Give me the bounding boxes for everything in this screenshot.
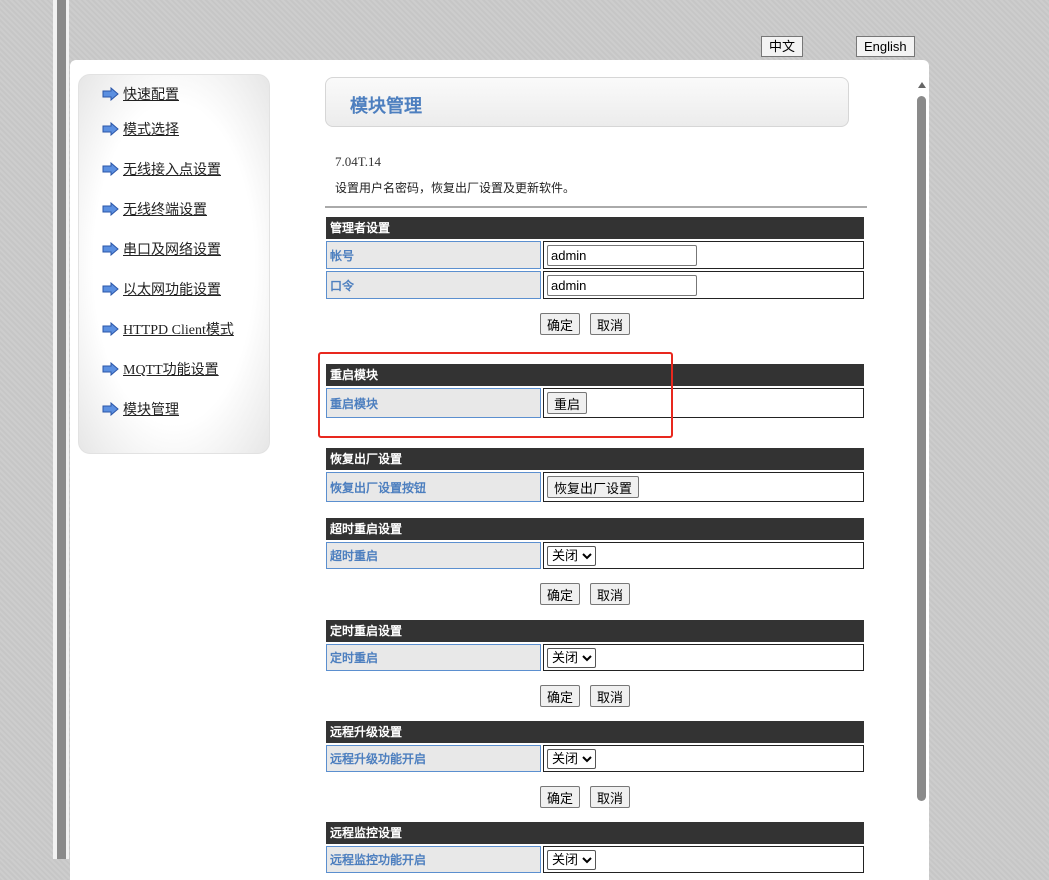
account-input[interactable] bbox=[547, 244, 697, 266]
firmware-version: 7.04T.14 bbox=[335, 154, 381, 169]
arrow-right-icon bbox=[102, 122, 119, 136]
scroll-up-icon[interactable] bbox=[918, 82, 926, 88]
timeout-restart-label: 超时重启 bbox=[326, 542, 541, 569]
sidebar-item-label: HTTPD Client模式 bbox=[123, 323, 234, 338]
sidebar-item-label: 无线终端设置 bbox=[123, 203, 207, 218]
timeout-restart-select[interactable]: 关闭 bbox=[547, 545, 596, 566]
content-panel: 快速配置模式选择无线接入点设置 无线终端设置 串口及网络设置 以太网功能设置 HTTPD… bbox=[70, 60, 929, 880]
factory-reset-label: 恢复出厂设置按钮 bbox=[326, 472, 541, 502]
sidebar-item[interactable]: 以太网功能设置 bbox=[102, 279, 221, 299]
timed-ok-button[interactable]: 确定 bbox=[539, 685, 580, 707]
admin-cancel-button[interactable]: 取消 bbox=[590, 313, 631, 335]
arrow-right-icon bbox=[102, 162, 119, 176]
section-header: 管理者设置 bbox=[326, 217, 864, 239]
section-header: 超时重启设置 bbox=[326, 518, 864, 540]
timeout-restart-section: 超时重启设置 超时重启 关闭 确定 取消 bbox=[326, 518, 864, 605]
sidebar-item[interactable]: 无线接入点设置 bbox=[102, 159, 221, 179]
lang-chinese-button[interactable]: 中文 bbox=[761, 36, 804, 57]
arrow-right-icon bbox=[102, 322, 119, 336]
sidebar-item[interactable]: HTTPD Client模式 bbox=[102, 319, 234, 339]
scrollbar[interactable] bbox=[916, 80, 928, 880]
sidebar-item[interactable]: 模块管理 bbox=[102, 399, 179, 419]
sidebar-item-label: 以太网功能设置 bbox=[123, 283, 221, 298]
account-label: 帐号 bbox=[326, 241, 541, 269]
upgrade-ok-button[interactable]: 确定 bbox=[539, 786, 580, 808]
section-header: 远程监控设置 bbox=[326, 822, 864, 844]
arrow-right-icon bbox=[102, 362, 119, 376]
arrow-right-icon bbox=[102, 87, 119, 101]
sidebar-item-label: 模块管理 bbox=[123, 403, 179, 418]
page-title: 模块管理 bbox=[350, 96, 422, 117]
factory-reset-button[interactable]: 恢复出厂设置 bbox=[547, 476, 640, 498]
arrow-right-icon bbox=[102, 242, 119, 256]
factory-reset-section: 恢复出厂设置 恢复出厂设置按钮 恢复出厂设置 bbox=[326, 448, 864, 502]
sidebar-item[interactable]: 串口及网络设置 bbox=[102, 239, 221, 259]
sidebar-item-label: MQTT功能设置 bbox=[123, 363, 219, 378]
arrow-right-icon bbox=[102, 202, 119, 216]
divider bbox=[325, 206, 867, 208]
scrollbar-thumb[interactable] bbox=[917, 96, 926, 801]
arrow-right-icon bbox=[102, 282, 119, 296]
remote-monitor-label: 远程监控功能开启 bbox=[326, 846, 541, 873]
sidebar-item[interactable]: 模式选择 bbox=[102, 119, 179, 139]
arrow-right-icon bbox=[102, 402, 119, 416]
sidebar-item[interactable]: 无线终端设置 bbox=[102, 199, 207, 219]
password-input[interactable] bbox=[547, 274, 697, 296]
timed-restart-select[interactable]: 关闭 bbox=[547, 647, 596, 668]
timed-cancel-button[interactable]: 取消 bbox=[590, 685, 631, 707]
page-description: 设置用户名密码，恢复出厂设置及更新软件。 bbox=[335, 181, 576, 195]
upgrade-cancel-button[interactable]: 取消 bbox=[590, 786, 631, 808]
remote-upgrade-select[interactable]: 关闭 bbox=[547, 748, 596, 769]
lang-english-button[interactable]: English bbox=[856, 36, 915, 57]
admin-settings-section: 管理者设置 帐号 口令 确定取消 bbox=[326, 217, 864, 335]
remote-monitor-section: 远程监控设置 远程监控功能开启 关闭 bbox=[326, 822, 864, 873]
sidebar-item-label: 快速配置 bbox=[123, 88, 179, 103]
highlight-box bbox=[318, 352, 673, 438]
sidebar-item[interactable]: MQTT功能设置 bbox=[102, 359, 219, 379]
password-label: 口令 bbox=[326, 271, 541, 299]
timeout-ok-button[interactable]: 确定 bbox=[539, 583, 580, 605]
section-header: 定时重启设置 bbox=[326, 620, 864, 642]
timeout-cancel-button[interactable]: 取消 bbox=[590, 583, 631, 605]
section-header: 恢复出厂设置 bbox=[326, 448, 864, 470]
remote-upgrade-section: 远程升级设置 远程升级功能开启 关闭 确定 取消 bbox=[326, 721, 864, 808]
timed-restart-section: 定时重启设置 定时重启 关闭 确定 取消 bbox=[326, 620, 864, 707]
sidebar-item-label: 模式选择 bbox=[123, 123, 179, 138]
left-border-dark bbox=[57, 0, 66, 859]
sidebar-item[interactable]: 快速配置 bbox=[102, 84, 179, 104]
sidebar-item-label: 无线接入点设置 bbox=[123, 163, 221, 178]
section-header: 远程升级设置 bbox=[326, 721, 864, 743]
timed-restart-label: 定时重启 bbox=[326, 644, 541, 671]
remote-monitor-select[interactable]: 关闭 bbox=[547, 849, 596, 870]
remote-upgrade-label: 远程升级功能开启 bbox=[326, 745, 541, 772]
left-border-light bbox=[66, 0, 69, 859]
page-header: 模块管理 bbox=[325, 77, 849, 127]
sidebar-item-label: 串口及网络设置 bbox=[123, 243, 221, 258]
admin-ok-button[interactable]: 确定 bbox=[539, 313, 580, 335]
